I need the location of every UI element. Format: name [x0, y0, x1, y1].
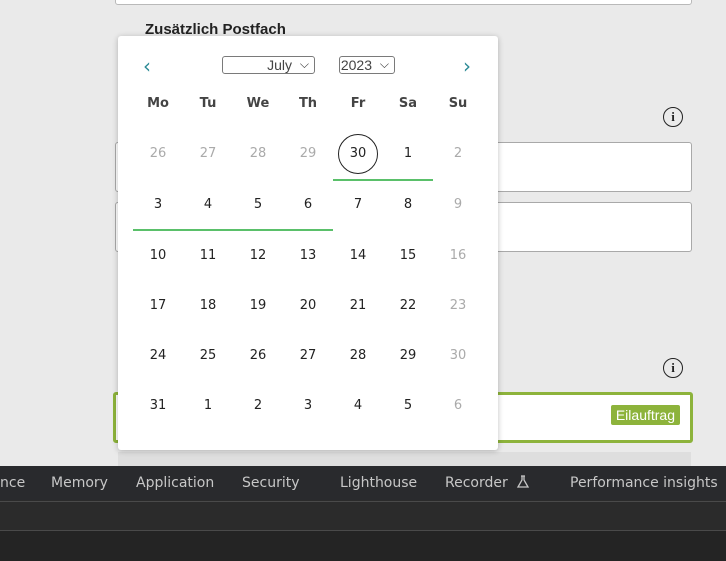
day-cell[interactable]: 5 — [238, 185, 278, 225]
weekday-label: Fr — [350, 96, 366, 111]
day-cell[interactable]: 16 — [438, 236, 478, 276]
day-cell[interactable]: 17 — [138, 286, 178, 326]
day-cell[interactable]: 3 — [138, 185, 178, 225]
month-select[interactable]: July ⌵ — [222, 56, 315, 74]
weekday-label: Mo — [147, 96, 169, 111]
eilauftrag-badge: Eilauftrag — [610, 405, 680, 425]
tab-lighthouse[interactable]: Lighthouse — [340, 466, 417, 500]
tab-application[interactable]: Application — [136, 466, 214, 500]
month-value: July — [267, 57, 292, 73]
day-cell[interactable]: 5 — [388, 386, 428, 426]
tab-performance-insights-label: Performance insights — [570, 475, 718, 491]
devtools-panel: nce Memory Application Security Lighthou… — [0, 466, 726, 561]
day-cell[interactable]: 22 — [388, 286, 428, 326]
day-cell[interactable]: 6 — [438, 386, 478, 426]
day-cell[interactable]: 29 — [288, 134, 328, 174]
day-cell[interactable]: 31 — [138, 386, 178, 426]
day-cell[interactable]: 12 — [238, 236, 278, 276]
top-field[interactable] — [115, 0, 692, 5]
day-cell[interactable]: 27 — [188, 134, 228, 174]
tab-recorder[interactable]: Recorder — [445, 466, 530, 500]
day-cell[interactable]: 3 — [288, 386, 328, 426]
day-cell[interactable]: 26 — [138, 134, 178, 174]
selected-range-underline — [133, 229, 333, 231]
day-cell[interactable]: 9 — [438, 185, 478, 225]
day-cell-today[interactable]: 30 — [338, 134, 378, 174]
datepicker: ‹ July ⌵ 2023 ⌵ › Mo Tu We Th Fr Sa Su 26 27 28 2… — [118, 36, 498, 450]
day-cell[interactable]: 23 — [438, 286, 478, 326]
day-cell[interactable]: 14 — [338, 236, 378, 276]
tab-recorder-label: Recorder — [445, 475, 508, 491]
day-cell[interactable]: 8 — [388, 185, 428, 225]
tab-performance[interactable]: nce — [0, 466, 25, 500]
day-cell[interactable]: 1 — [188, 386, 228, 426]
tab-security[interactable]: Security — [242, 466, 300, 500]
weekday-label: Sa — [398, 96, 418, 111]
day-cell[interactable]: 10 — [138, 236, 178, 276]
divider — [118, 452, 691, 466]
day-cell[interactable]: 26 — [238, 336, 278, 376]
day-cell[interactable]: 20 — [288, 286, 328, 326]
day-cell[interactable]: 21 — [338, 286, 378, 326]
chevron-down-icon: ⌵ — [379, 57, 389, 71]
prev-month-button[interactable]: ‹ — [143, 56, 151, 76]
day-cell[interactable]: 13 — [288, 236, 328, 276]
day-cell[interactable]: 18 — [188, 286, 228, 326]
day-cell[interactable]: 11 — [188, 236, 228, 276]
day-cell[interactable]: 25 — [188, 336, 228, 376]
tab-performance-insights[interactable]: Performance insights — [570, 466, 726, 500]
day-cell[interactable]: 29 — [388, 336, 428, 376]
next-month-button[interactable]: › — [463, 56, 471, 76]
chevron-down-icon: ⌵ — [299, 57, 309, 71]
day-cell[interactable]: 15 — [388, 236, 428, 276]
tab-memory[interactable]: Memory — [51, 466, 108, 500]
selected-range-underline — [333, 179, 433, 181]
day-cell[interactable]: 27 — [288, 336, 328, 376]
flask-icon — [517, 475, 530, 488]
day-cell[interactable]: 30 — [438, 336, 478, 376]
day-cell[interactable]: 19 — [238, 286, 278, 326]
weekday-label: We — [246, 96, 270, 111]
day-cell[interactable]: 2 — [238, 386, 278, 426]
info-icon[interactable]: i — [663, 358, 683, 378]
day-cell[interactable]: 24 — [138, 336, 178, 376]
weekday-label: Th — [298, 96, 318, 111]
day-cell[interactable]: 7 — [338, 185, 378, 225]
devtools-tabbar: nce Memory Application Security Lighthou… — [0, 466, 726, 500]
day-cell[interactable]: 6 — [288, 185, 328, 225]
day-cell[interactable]: 4 — [338, 386, 378, 426]
weekday-label: Tu — [199, 96, 217, 111]
devtools-toolbar — [0, 501, 726, 530]
devtools-content — [0, 530, 726, 561]
day-cell[interactable]: 28 — [338, 336, 378, 376]
info-icon[interactable]: i — [663, 107, 683, 127]
day-cell[interactable]: 28 — [238, 134, 278, 174]
weekday-label: Su — [448, 96, 468, 111]
day-cell[interactable]: 4 — [188, 185, 228, 225]
day-cell[interactable]: 1 — [388, 134, 428, 174]
year-select[interactable]: 2023 ⌵ — [339, 56, 395, 74]
year-value: 2023 — [340, 57, 372, 73]
day-cell[interactable]: 2 — [438, 134, 478, 174]
